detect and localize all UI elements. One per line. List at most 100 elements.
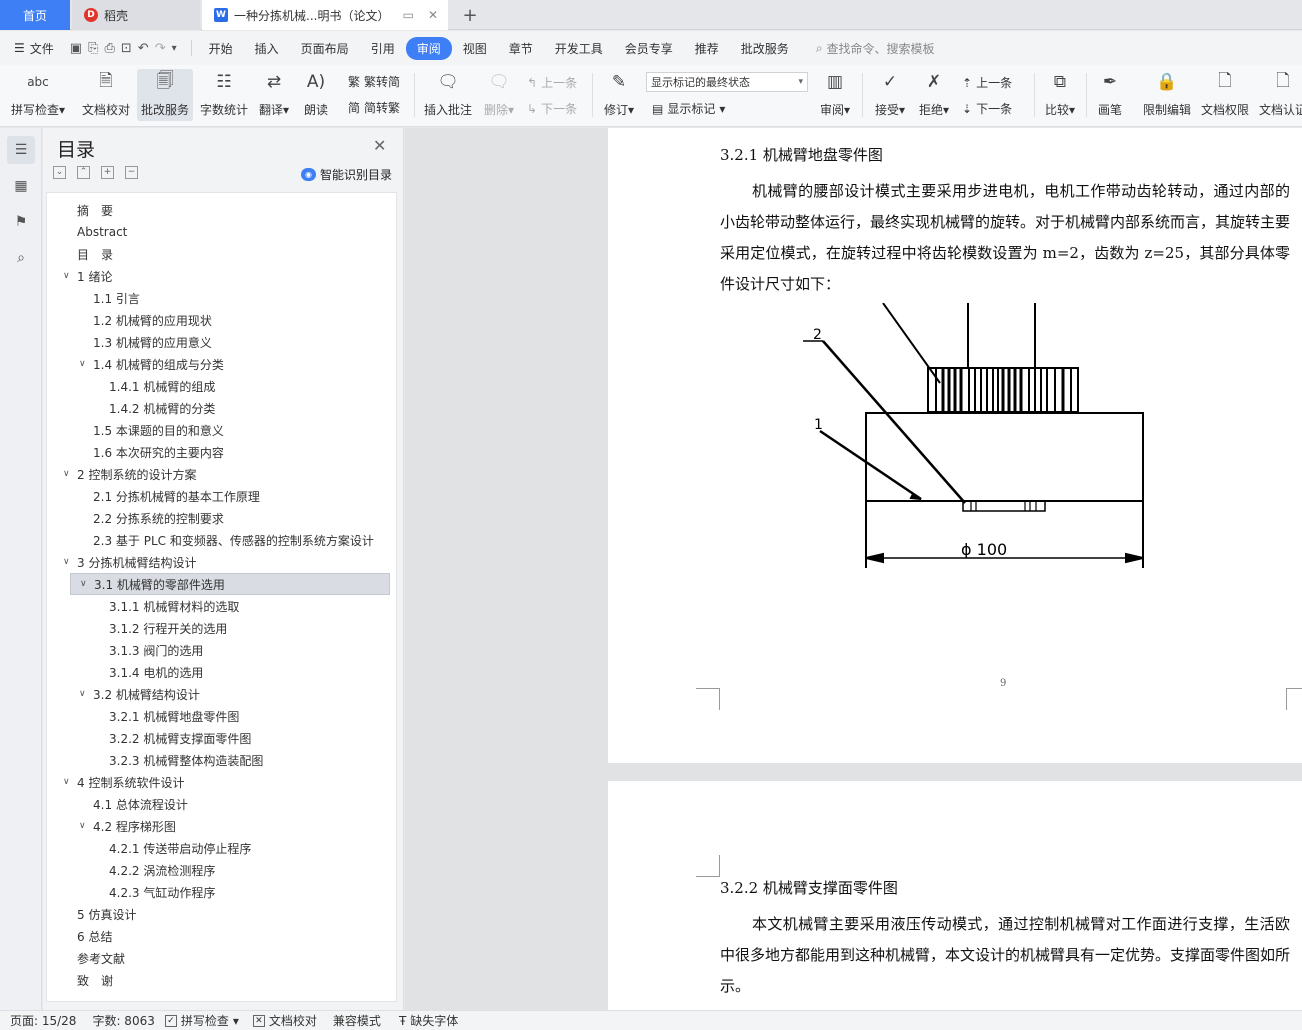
correction-service-button[interactable]: 🗐 批改服务 (137, 69, 193, 121)
save-icon[interactable]: ▣ (70, 41, 82, 56)
toc-item[interactable]: ∨ 2 控制系统的设计方案 (47, 463, 396, 485)
toc-item[interactable]: 3.1.4 电机的选用 (47, 661, 396, 683)
more-icon[interactable]: ▾ (172, 43, 177, 54)
tab-home[interactable]: 首页 (0, 0, 70, 30)
smart-toc-button[interactable]: ◉ 智能识别目录 (301, 166, 392, 183)
toc-item[interactable]: 3.1.2 行程开关的选用 (47, 617, 396, 639)
chevron-down-icon[interactable]: ∨ (63, 271, 70, 281)
chevron-down-icon[interactable]: ∨ (63, 777, 70, 787)
print-icon[interactable]: ⎙ (104, 41, 114, 56)
insert-comment-button[interactable]: 🗨 插入批注 (422, 69, 474, 121)
undo-icon[interactable]: ↶ (138, 41, 149, 56)
redo-icon[interactable]: ↷ (155, 41, 166, 56)
prev-change-button[interactable]: ⇡ 上一条 (962, 74, 1012, 91)
toc-panel-icon[interactable]: ☰ (7, 136, 35, 164)
toc-item[interactable]: 4.1 总体流程设计 (47, 793, 396, 815)
show-markup-button[interactable]: ▤ 显示标记 ▾ (652, 100, 725, 117)
toc-item[interactable]: 目 录 (47, 243, 396, 265)
monitor-icon[interactable]: ▭ (403, 8, 414, 22)
toc-item[interactable]: 3.1.1 机械臂材料的选取 (47, 595, 396, 617)
toc-item[interactable]: 5 仿真设计 (47, 903, 396, 925)
new-tab-button[interactable]: + (452, 0, 488, 30)
toc-item[interactable]: 2.1 分拣机械臂的基本工作原理 (47, 485, 396, 507)
toc-item[interactable]: 3.2.3 机械臂整体构造装配图 (47, 749, 396, 771)
toc-item[interactable]: 3.2.2 机械臂支撑面零件图 (47, 727, 396, 749)
toc-item[interactable]: 参考文献 (47, 947, 396, 969)
accept-button[interactable]: ✓ 接受▾ (870, 69, 910, 121)
toc-item[interactable]: 1.4.2 机械臂的分类 (47, 397, 396, 419)
toc-item[interactable]: Abstract (47, 221, 396, 243)
close-tab-icon[interactable]: ✕ (428, 8, 438, 22)
toc-item[interactable]: ∨ 1.4 机械臂的组成与分类 (47, 353, 396, 375)
review-pane-button[interactable]: ▥ 审阅▾ (815, 69, 855, 121)
toc-item[interactable]: 1.1 引言 (47, 287, 396, 309)
toc-item[interactable]: 2.3 基于 PLC 和变频器、传感器的控制系统方案设计 (47, 529, 396, 551)
spell-check-button[interactable]: abc 拼写检查▾ (8, 69, 68, 121)
toc-item[interactable]: ∨ 4.2 程序梯形图 (47, 815, 396, 837)
read-aloud-button[interactable]: A) 朗读 (298, 69, 334, 121)
toc-item[interactable]: 2.2 分拣系统的控制要求 (47, 507, 396, 529)
toc-item[interactable]: ∨ 4 控制系统软件设计 (47, 771, 396, 793)
toc-item[interactable]: 6 总结 (47, 925, 396, 947)
tab-document[interactable]: W 一种分拣机械...明书（论文） ▭ ✕ (202, 0, 448, 30)
doc-cert-button[interactable]: 🗋 文档认证 (1256, 69, 1302, 121)
chevron-down-icon[interactable]: ∨ (79, 359, 86, 369)
print-preview-icon[interactable]: ⊡ (121, 41, 132, 56)
menu-tab-item[interactable]: 推荐 (684, 37, 730, 60)
markup-state-select[interactable]: 显示标记的最终状态 ▾ (646, 72, 808, 92)
toc-item[interactable]: 1.6 本次研究的主要内容 (47, 441, 396, 463)
remove-heading-icon[interactable]: − (125, 166, 138, 179)
toc-item[interactable]: 摘 要 (47, 199, 396, 221)
command-search[interactable]: ⌕ 查找命令、搜索模板 (816, 40, 935, 57)
toc-item[interactable]: 3.1.3 阀门的选用 (47, 639, 396, 661)
close-icon[interactable]: ✕ (373, 136, 386, 155)
next-comment-button[interactable]: ↳ 下一条 (527, 100, 577, 117)
toc-item[interactable]: 3.2.1 机械臂地盘零件图 (47, 705, 396, 727)
export-icon[interactable]: ⎘ (88, 41, 98, 56)
chevron-down-icon[interactable]: ∨ (79, 689, 86, 699)
missing-font-indicator[interactable]: Ŧ 缺失字体 (399, 1012, 458, 1029)
revise-button[interactable]: ✎ 修订▾ (600, 69, 638, 121)
toc-item[interactable]: ∨ 3 分拣机械臂结构设计 (47, 551, 396, 573)
tab-daoke[interactable]: D 稻壳 (72, 0, 200, 30)
page-indicator[interactable]: 页面: 15/28 (10, 1012, 76, 1029)
bookmark-icon[interactable]: ⚑ (7, 208, 35, 236)
trad-to-simp-button[interactable]: 繁 繁转简 (348, 73, 400, 90)
chevron-down-icon[interactable]: ∨ (80, 579, 87, 589)
toc-item[interactable]: 4.2.3 气缸动作程序 (47, 881, 396, 903)
toc-item[interactable]: 4.2.2 涡流检测程序 (47, 859, 396, 881)
collapse-all-icon[interactable]: ⌃ (77, 166, 90, 179)
translate-button[interactable]: ⇄ 翻译▾ (255, 69, 293, 121)
word-count-button[interactable]: ☷ 字数统计 (197, 69, 251, 121)
menu-tab-item[interactable]: 引用 (360, 37, 406, 60)
expand-all-icon[interactable]: ⌄ (53, 166, 66, 179)
next-change-button[interactable]: ⇣ 下一条 (962, 100, 1012, 117)
add-heading-icon[interactable]: + (101, 166, 114, 179)
chevron-down-icon[interactable]: ∨ (63, 469, 70, 479)
toc-item[interactable]: 1.5 本课题的目的和意义 (47, 419, 396, 441)
menu-tab-item[interactable]: 插入 (244, 37, 290, 60)
toc-item[interactable]: 4.2.1 传送带启动停止程序 (47, 837, 396, 859)
toc-item[interactable]: ∨ 1 绪论 (47, 265, 396, 287)
compare-button[interactable]: ⧉ 比较▾ (1040, 69, 1080, 121)
menu-tab-item[interactable]: 会员专享 (614, 37, 684, 60)
find-icon[interactable]: ⌕ (7, 244, 35, 272)
spell-check-toggle[interactable]: ✓ 拼写检查 ▾ (164, 1012, 239, 1029)
menu-tab-item[interactable]: 审阅 (405, 36, 452, 60)
toc-item[interactable]: ∨ 3.1 机械臂的零部件选用 (70, 573, 390, 595)
toc-item[interactable]: ∨ 3.2 机械臂结构设计 (47, 683, 396, 705)
delete-comment-button[interactable]: 🗨 删除▾ (481, 69, 517, 121)
toc-item[interactable]: 1.2 机械臂的应用现状 (47, 309, 396, 331)
doc-proof-status[interactable]: ✕ 文档校对 (252, 1012, 317, 1029)
prev-comment-button[interactable]: ↰ 上一条 (527, 74, 577, 91)
menu-tab-item[interactable]: 章节 (498, 37, 544, 60)
restrict-edit-button[interactable]: 🔒 限制编辑 (1140, 69, 1194, 121)
compat-mode-indicator[interactable]: 兼容模式 (333, 1012, 381, 1029)
simp-to-trad-button[interactable]: 简 简转繁 (348, 99, 400, 116)
menu-tab-item[interactable]: 视图 (452, 37, 498, 60)
toc-item[interactable]: 致 谢 (47, 969, 396, 991)
toc-item[interactable]: 1.4.1 机械臂的组成 (47, 375, 396, 397)
doc-proof-button[interactable]: 🗎 文档校对 (78, 69, 134, 121)
menu-tab-item[interactable]: 批改服务 (730, 37, 800, 60)
navigation-pane-icon[interactable]: ▦ (7, 172, 35, 200)
